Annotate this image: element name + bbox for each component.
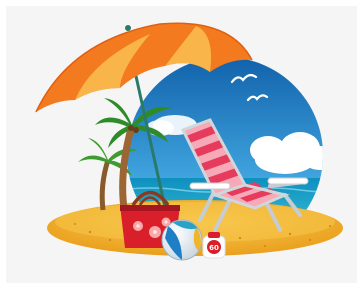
beach-illustration: 60 [35,22,343,261]
sunscreen-icon: 60 [202,232,226,259]
beach-ball-icon [161,219,203,261]
sunscreen-label: 60 [209,244,219,252]
